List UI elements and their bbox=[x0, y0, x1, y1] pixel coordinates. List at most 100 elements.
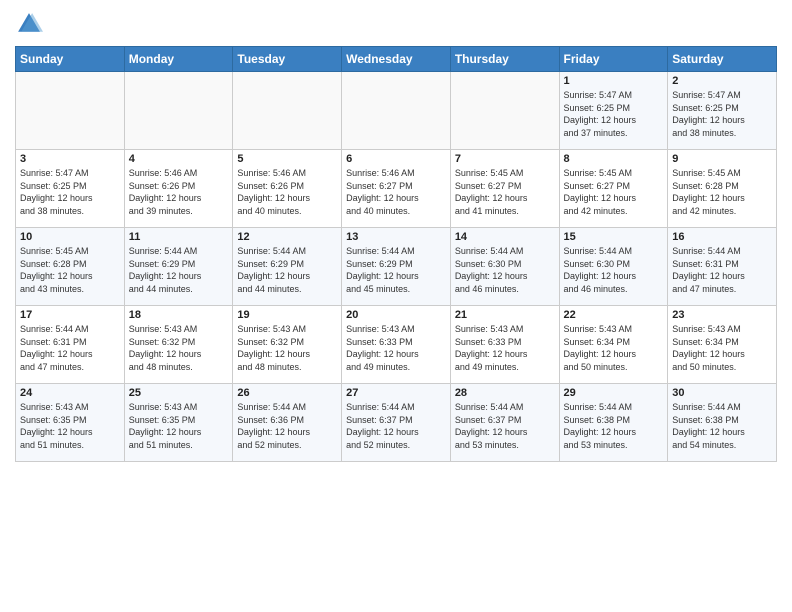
day-cell: 8 Sunrise: 5:45 AM Sunset: 6:27 PM Daylig… bbox=[559, 150, 668, 228]
day-number: 7 bbox=[455, 153, 555, 165]
day-info: Sunrise: 5:46 AM Sunset: 6:27 PM Dayligh… bbox=[346, 167, 446, 217]
day-cell: 3 Sunrise: 5:47 AM Sunset: 6:25 PM Daylig… bbox=[16, 150, 125, 228]
day-number: 1 bbox=[564, 75, 664, 87]
day-info: Sunrise: 5:46 AM Sunset: 6:26 PM Dayligh… bbox=[237, 167, 337, 217]
day-number: 12 bbox=[237, 231, 337, 243]
day-info: Sunrise: 5:46 AM Sunset: 6:26 PM Dayligh… bbox=[129, 167, 229, 217]
header bbox=[15, 10, 777, 38]
day-cell: 19Sunrise: 5:43 AM Sunset: 6:32 PM Dayli… bbox=[233, 306, 342, 384]
day-number: 15 bbox=[564, 231, 664, 243]
day-number: 26 bbox=[237, 387, 337, 399]
day-number: 9 bbox=[672, 153, 772, 165]
day-cell: 14 Sunrise: 5:44 AM Sunset: 6:30 PM Dayli… bbox=[450, 228, 559, 306]
col-header-wednesday: Wednesday bbox=[342, 47, 451, 72]
day-cell: 22 Sunrise: 5:43 AM Sunset: 6:34 PM Dayli… bbox=[559, 306, 668, 384]
day-info: Sunrise: 5:43 AM Sunset: 6:33 PM Dayligh… bbox=[455, 323, 555, 373]
day-info: Sunrise: 5:44 AM Sunset: 6:31 PM Dayligh… bbox=[672, 245, 772, 295]
day-cell: 11 Sunrise: 5:44 AM Sunset: 6:29 PM Dayli… bbox=[124, 228, 233, 306]
day-info: Sunrise: 5:47 AM Sunset: 6:25 PM Dayligh… bbox=[20, 167, 120, 217]
week-row-5: 24Sunrise: 5:43 AM Sunset: 6:35 PM Dayli… bbox=[16, 384, 777, 462]
day-info: Sunrise: 5:43 AM Sunset: 6:32 PM Dayligh… bbox=[129, 323, 229, 373]
logo-icon bbox=[15, 10, 43, 38]
day-info: Sunrise: 5:43 AM Sunset: 6:34 PM Dayligh… bbox=[564, 323, 664, 373]
day-number: 20 bbox=[346, 309, 446, 321]
week-row-2: 3 Sunrise: 5:47 AM Sunset: 6:25 PM Daylig… bbox=[16, 150, 777, 228]
day-cell: 21Sunrise: 5:43 AM Sunset: 6:33 PM Dayli… bbox=[450, 306, 559, 384]
col-header-monday: Monday bbox=[124, 47, 233, 72]
day-info: Sunrise: 5:47 AM Sunset: 6:25 PM Dayligh… bbox=[564, 89, 664, 139]
col-header-saturday: Saturday bbox=[668, 47, 777, 72]
day-info: Sunrise: 5:44 AM Sunset: 6:37 PM Dayligh… bbox=[346, 401, 446, 451]
day-cell: 20 Sunrise: 5:43 AM Sunset: 6:33 PM Dayli… bbox=[342, 306, 451, 384]
day-cell: 13Sunrise: 5:44 AM Sunset: 6:29 PM Dayli… bbox=[342, 228, 451, 306]
day-info: Sunrise: 5:45 AM Sunset: 6:28 PM Dayligh… bbox=[672, 167, 772, 217]
day-info: Sunrise: 5:43 AM Sunset: 6:34 PM Dayligh… bbox=[672, 323, 772, 373]
day-number: 2 bbox=[672, 75, 772, 87]
day-number: 28 bbox=[455, 387, 555, 399]
day-cell: 25 Sunrise: 5:43 AM Sunset: 6:35 PM Dayli… bbox=[124, 384, 233, 462]
day-cell: 29 Sunrise: 5:44 AM Sunset: 6:38 PM Dayli… bbox=[559, 384, 668, 462]
day-cell: 28 Sunrise: 5:44 AM Sunset: 6:37 PM Dayli… bbox=[450, 384, 559, 462]
day-info: Sunrise: 5:43 AM Sunset: 6:35 PM Dayligh… bbox=[129, 401, 229, 451]
day-cell bbox=[16, 72, 125, 150]
day-info: Sunrise: 5:44 AM Sunset: 6:30 PM Dayligh… bbox=[564, 245, 664, 295]
day-number: 18 bbox=[129, 309, 229, 321]
day-number: 10 bbox=[20, 231, 120, 243]
day-cell: 27 Sunrise: 5:44 AM Sunset: 6:37 PM Dayli… bbox=[342, 384, 451, 462]
day-cell bbox=[342, 72, 451, 150]
day-cell: 24Sunrise: 5:43 AM Sunset: 6:35 PM Dayli… bbox=[16, 384, 125, 462]
day-info: Sunrise: 5:44 AM Sunset: 6:31 PM Dayligh… bbox=[20, 323, 120, 373]
day-cell bbox=[233, 72, 342, 150]
day-cell: 9 Sunrise: 5:45 AM Sunset: 6:28 PM Daylig… bbox=[668, 150, 777, 228]
day-number: 22 bbox=[564, 309, 664, 321]
day-cell: 2 Sunrise: 5:47 AM Sunset: 6:25 PM Daylig… bbox=[668, 72, 777, 150]
day-cell: 1 Sunrise: 5:47 AM Sunset: 6:25 PM Daylig… bbox=[559, 72, 668, 150]
day-cell: 23Sunrise: 5:43 AM Sunset: 6:34 PM Dayli… bbox=[668, 306, 777, 384]
day-number: 8 bbox=[564, 153, 664, 165]
day-info: Sunrise: 5:44 AM Sunset: 6:30 PM Dayligh… bbox=[455, 245, 555, 295]
day-number: 14 bbox=[455, 231, 555, 243]
day-info: Sunrise: 5:44 AM Sunset: 6:29 PM Dayligh… bbox=[237, 245, 337, 295]
col-header-tuesday: Tuesday bbox=[233, 47, 342, 72]
day-cell bbox=[450, 72, 559, 150]
day-info: Sunrise: 5:45 AM Sunset: 6:28 PM Dayligh… bbox=[20, 245, 120, 295]
day-cell: 15 Sunrise: 5:44 AM Sunset: 6:30 PM Dayli… bbox=[559, 228, 668, 306]
day-info: Sunrise: 5:44 AM Sunset: 6:37 PM Dayligh… bbox=[455, 401, 555, 451]
day-info: Sunrise: 5:43 AM Sunset: 6:35 PM Dayligh… bbox=[20, 401, 120, 451]
day-number: 17 bbox=[20, 309, 120, 321]
day-info: Sunrise: 5:44 AM Sunset: 6:29 PM Dayligh… bbox=[346, 245, 446, 295]
day-number: 29 bbox=[564, 387, 664, 399]
week-row-3: 10 Sunrise: 5:45 AM Sunset: 6:28 PM Dayli… bbox=[16, 228, 777, 306]
day-cell: 5 Sunrise: 5:46 AM Sunset: 6:26 PM Daylig… bbox=[233, 150, 342, 228]
day-cell: 18 Sunrise: 5:43 AM Sunset: 6:32 PM Dayli… bbox=[124, 306, 233, 384]
day-number: 25 bbox=[129, 387, 229, 399]
col-header-friday: Friday bbox=[559, 47, 668, 72]
day-number: 11 bbox=[129, 231, 229, 243]
day-cell: 16 Sunrise: 5:44 AM Sunset: 6:31 PM Dayli… bbox=[668, 228, 777, 306]
day-info: Sunrise: 5:45 AM Sunset: 6:27 PM Dayligh… bbox=[564, 167, 664, 217]
day-info: Sunrise: 5:44 AM Sunset: 6:38 PM Dayligh… bbox=[564, 401, 664, 451]
day-cell: 30Sunrise: 5:44 AM Sunset: 6:38 PM Dayli… bbox=[668, 384, 777, 462]
day-number: 30 bbox=[672, 387, 772, 399]
day-info: Sunrise: 5:44 AM Sunset: 6:29 PM Dayligh… bbox=[129, 245, 229, 295]
col-header-thursday: Thursday bbox=[450, 47, 559, 72]
header-row: SundayMondayTuesdayWednesdayThursdayFrid… bbox=[16, 47, 777, 72]
day-cell: 7 Sunrise: 5:45 AM Sunset: 6:27 PM Daylig… bbox=[450, 150, 559, 228]
day-number: 6 bbox=[346, 153, 446, 165]
day-info: Sunrise: 5:43 AM Sunset: 6:33 PM Dayligh… bbox=[346, 323, 446, 373]
day-number: 5 bbox=[237, 153, 337, 165]
day-number: 3 bbox=[20, 153, 120, 165]
day-info: Sunrise: 5:47 AM Sunset: 6:25 PM Dayligh… bbox=[672, 89, 772, 139]
day-number: 27 bbox=[346, 387, 446, 399]
day-cell: 4Sunrise: 5:46 AM Sunset: 6:26 PM Daylig… bbox=[124, 150, 233, 228]
logo bbox=[15, 10, 47, 38]
day-cell bbox=[124, 72, 233, 150]
day-number: 16 bbox=[672, 231, 772, 243]
day-cell: 26 Sunrise: 5:44 AM Sunset: 6:36 PM Dayli… bbox=[233, 384, 342, 462]
page: SundayMondayTuesdayWednesdayThursdayFrid… bbox=[0, 0, 792, 472]
day-info: Sunrise: 5:44 AM Sunset: 6:36 PM Dayligh… bbox=[237, 401, 337, 451]
col-header-sunday: Sunday bbox=[16, 47, 125, 72]
day-info: Sunrise: 5:45 AM Sunset: 6:27 PM Dayligh… bbox=[455, 167, 555, 217]
day-cell: 12 Sunrise: 5:44 AM Sunset: 6:29 PM Dayli… bbox=[233, 228, 342, 306]
calendar-table: SundayMondayTuesdayWednesdayThursdayFrid… bbox=[15, 46, 777, 462]
